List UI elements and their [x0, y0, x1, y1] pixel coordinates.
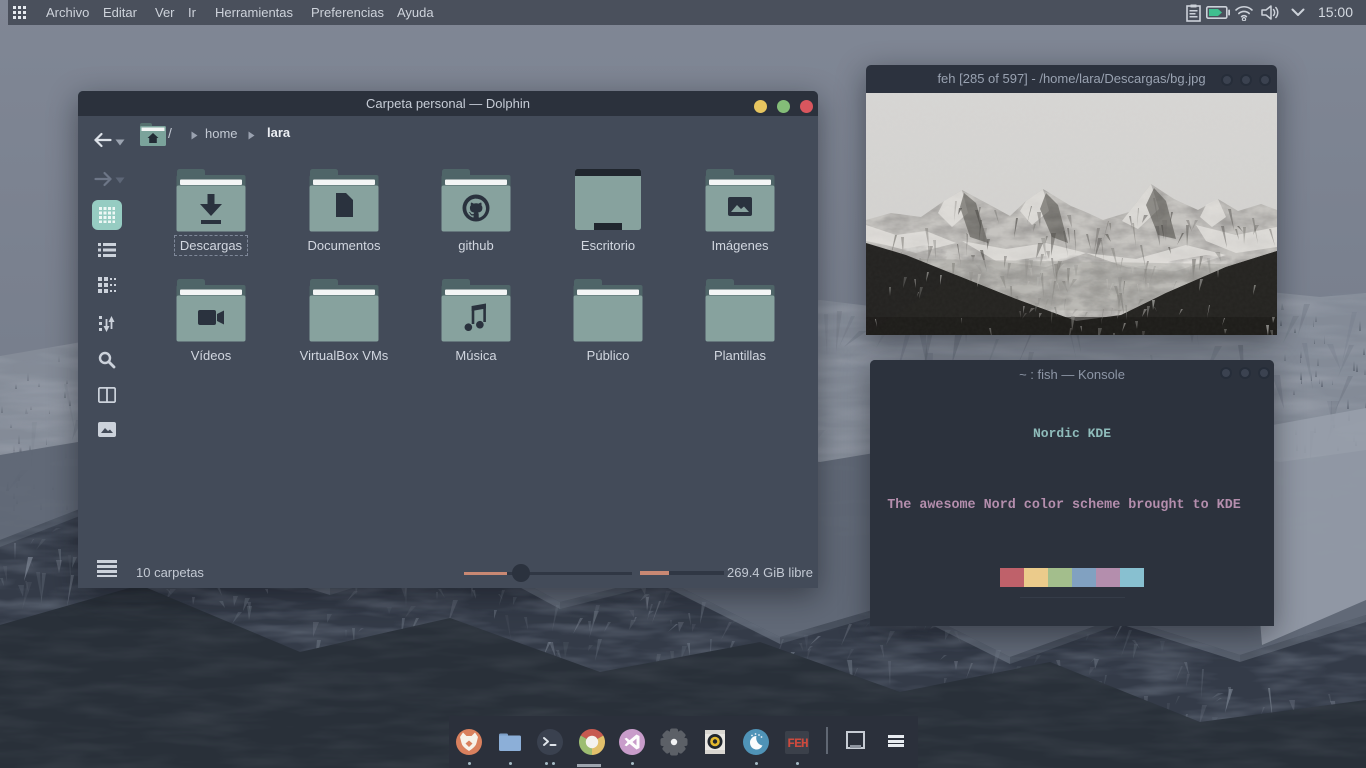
- svg-text:FEH: FEH: [787, 736, 808, 751]
